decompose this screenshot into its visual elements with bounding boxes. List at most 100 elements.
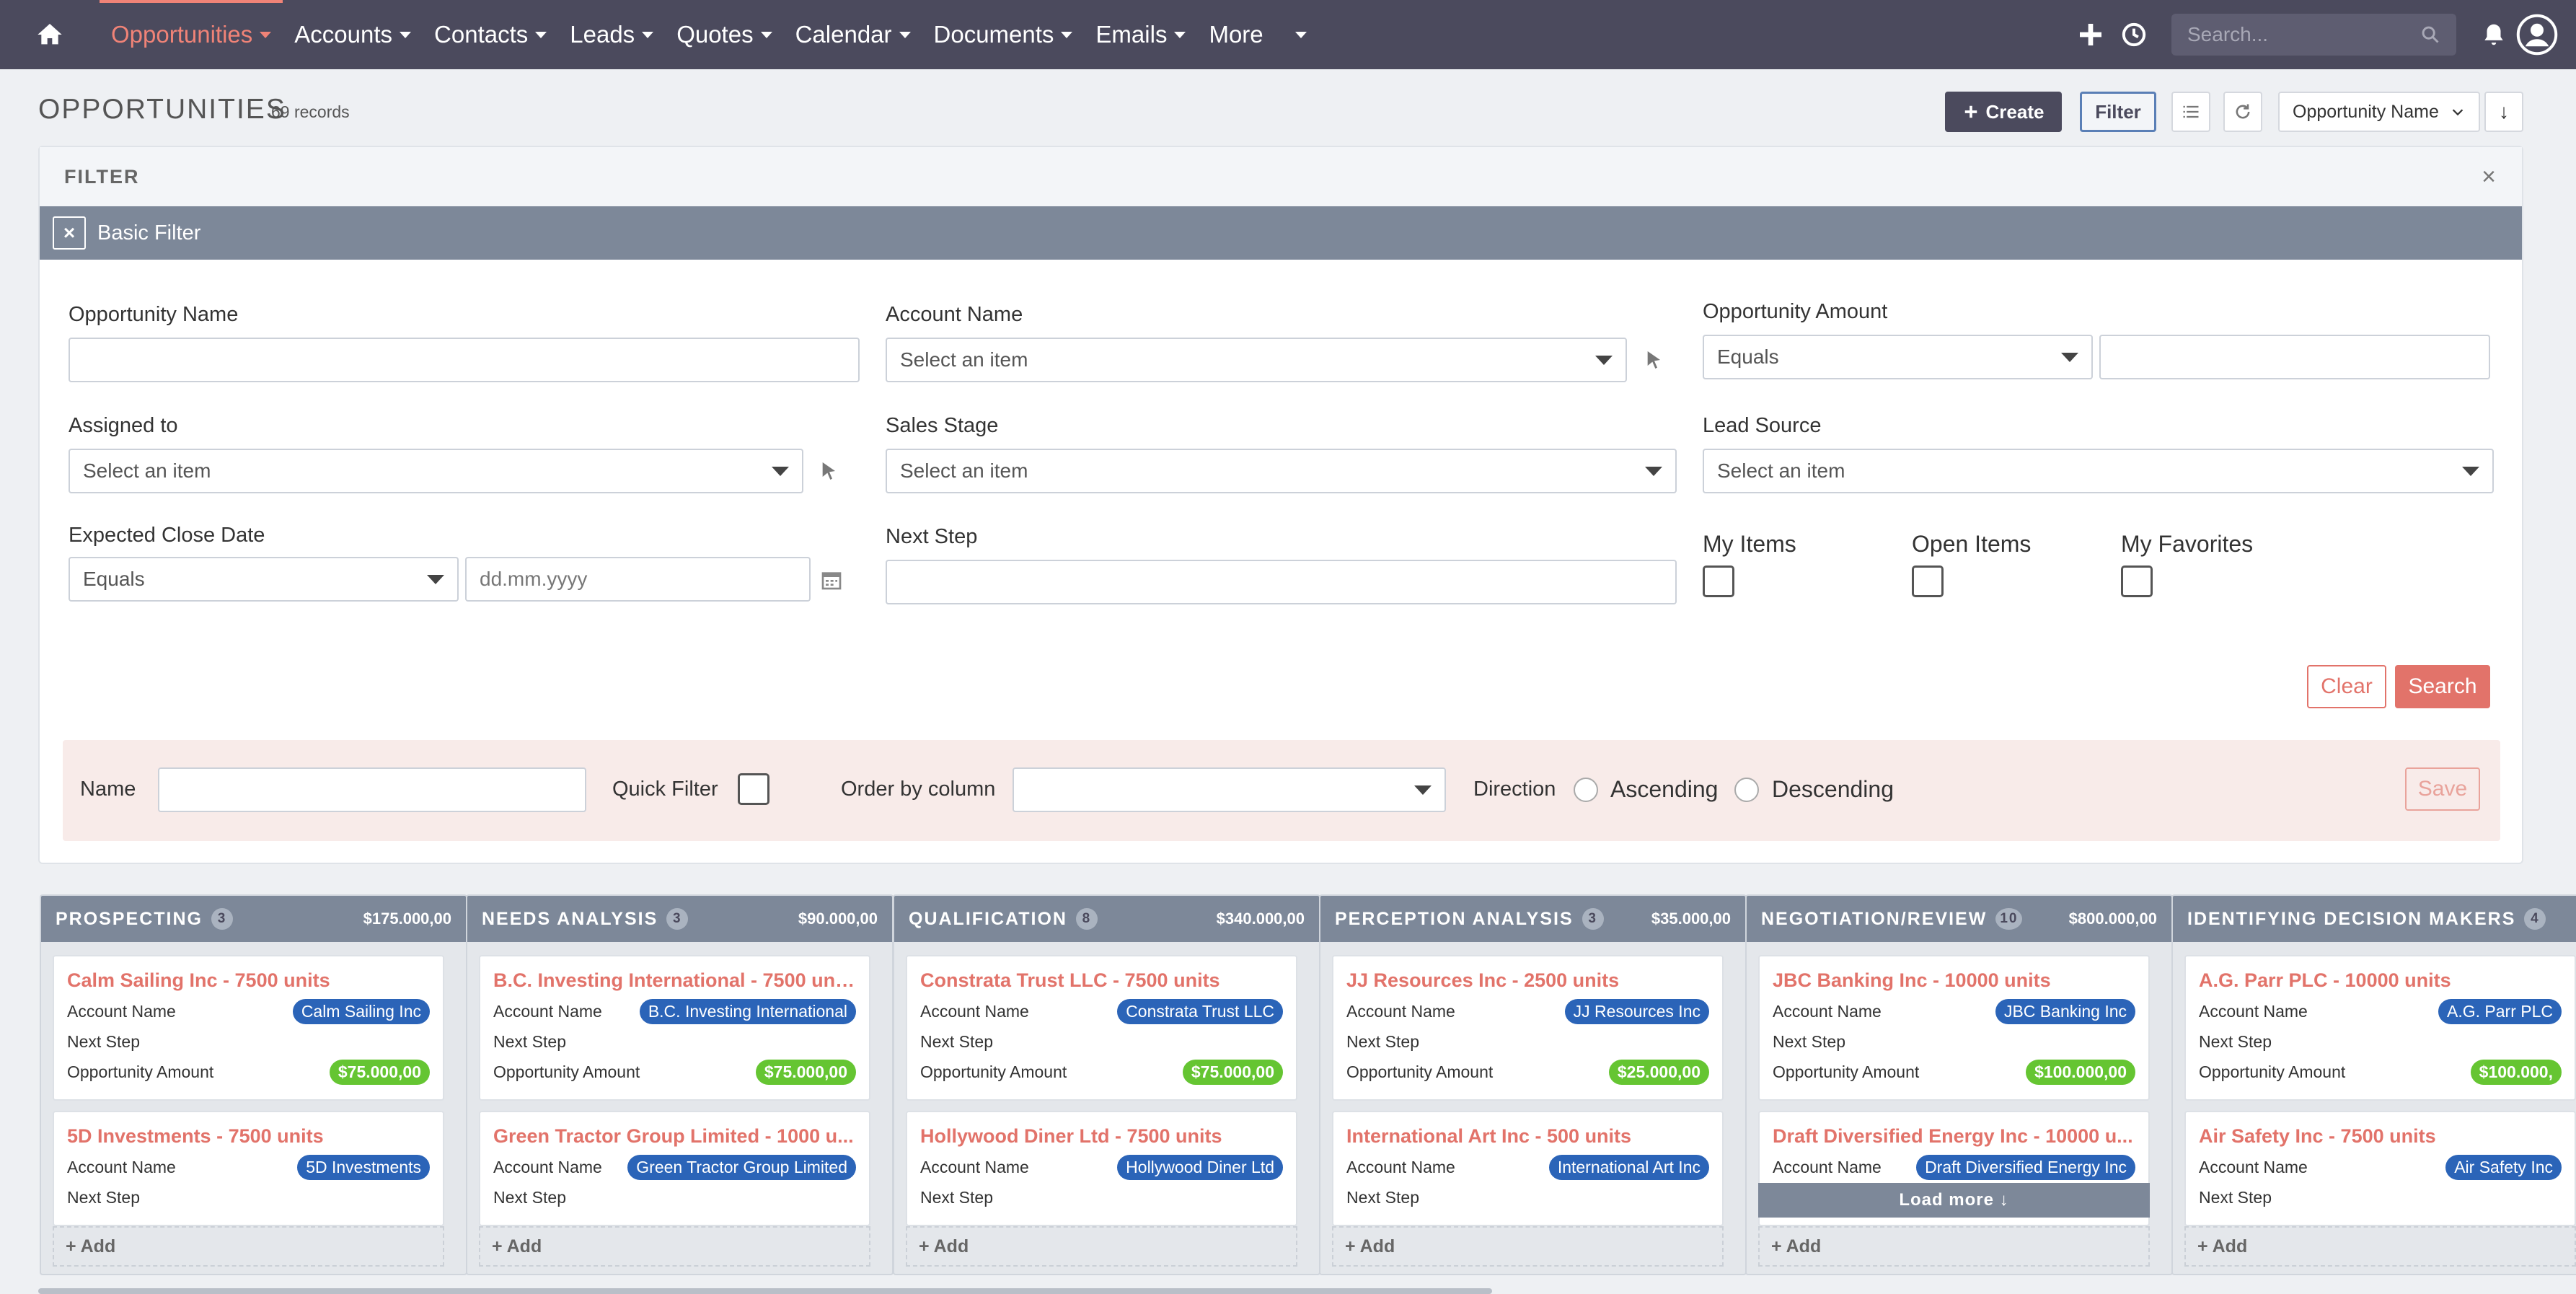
list-view-button[interactable] <box>2171 92 2210 132</box>
refresh-button[interactable] <box>2223 92 2262 132</box>
card-title[interactable]: Air Safety Inc - 7500 units <box>2186 1112 2575 1152</box>
filter-button[interactable]: Filter <box>2080 92 2156 132</box>
add-card-button[interactable]: + Add <box>1758 1226 2150 1267</box>
add-card-button[interactable]: + Add <box>906 1226 1297 1267</box>
opportunity-amount-input[interactable] <box>2099 335 2490 379</box>
load-more-button[interactable]: Load more ↓ <box>1758 1183 2150 1218</box>
ascending-radio[interactable] <box>1574 778 1598 802</box>
nav-item-more[interactable]: More <box>1197 0 1318 69</box>
global-search-input[interactable]: Search... <box>2171 14 2456 56</box>
card-title[interactable]: International Art Inc - 500 units <box>1333 1112 1722 1152</box>
account-pill[interactable]: Constrata Trust LLC <box>1117 998 1283 1024</box>
card-title[interactable]: B.C. Investing International - 7500 unit… <box>480 956 869 996</box>
opportunity-card[interactable]: JJ Resources Inc - 2500 units Account Nam… <box>1332 955 1724 1101</box>
account-pill[interactable]: JJ Resources Inc <box>1564 998 1709 1024</box>
add-card-button[interactable]: + Add <box>2184 1226 2576 1267</box>
sales-stage-select[interactable]: Select an item <box>886 449 1677 493</box>
quick-filter-checkbox[interactable] <box>738 773 769 805</box>
opportunity-name-input[interactable] <box>69 338 860 382</box>
account-pill[interactable]: Air Safety Inc <box>2445 1154 2562 1180</box>
account-pill[interactable]: Calm Sailing Inc <box>292 998 430 1024</box>
account-pill[interactable]: Green Tractor Group Limited <box>627 1154 856 1180</box>
account-name-select[interactable]: Select an item <box>886 338 1627 382</box>
opportunity-card[interactable]: Hollywood Diner Ltd - 7500 units Account … <box>906 1111 1297 1226</box>
assigned-to-select[interactable]: Select an item <box>69 449 803 493</box>
add-card-button[interactable]: + Add <box>1332 1226 1724 1267</box>
account-pill[interactable]: Draft Diversified Energy Inc <box>1916 1154 2135 1180</box>
close-date-input[interactable]: dd.mm.yyyy <box>465 557 811 602</box>
card-title[interactable]: Calm Sailing Inc - 7500 units <box>54 956 443 996</box>
nav-item-leads[interactable]: Leads <box>558 0 665 69</box>
account-pill[interactable]: B.C. Investing International <box>639 998 856 1024</box>
nav-label: Contacts <box>434 21 529 48</box>
opportunity-card[interactable]: Calm Sailing Inc - 7500 units Account Nam… <box>53 955 444 1101</box>
plus-icon[interactable] <box>2069 13 2112 56</box>
next-step-input[interactable] <box>886 560 1677 604</box>
card-row-next-step: Next Step <box>54 1026 443 1057</box>
card-title[interactable]: Constrata Trust LLC - 7500 units <box>907 956 1296 996</box>
account-pill[interactable]: International Art Inc <box>1548 1154 1709 1180</box>
nav-item-opportunities[interactable]: Opportunities <box>100 0 283 69</box>
filter-name-input[interactable] <box>158 767 586 812</box>
nav-item-documents[interactable]: Documents <box>922 0 1085 69</box>
home-icon[interactable] <box>0 0 100 69</box>
sort-field-select[interactable]: Opportunity Name <box>2278 92 2480 132</box>
search-placeholder: Search... <box>2187 23 2269 45</box>
save-filter-button[interactable]: Save <box>2405 767 2480 811</box>
account-pill[interactable]: Hollywood Diner Ltd <box>1117 1154 1283 1180</box>
filter-panel: FILTER × × Basic Filter Opportunity Name… <box>38 146 2523 864</box>
column-header: PERCEPTION ANALYSIS 3 $35.000,00 <box>1320 896 1745 942</box>
bell-icon[interactable] <box>2472 13 2515 56</box>
card-row-account: Account Name A.G. Parr PLC <box>2186 996 2575 1026</box>
account-pill[interactable]: A.G. Parr PLC <box>2438 998 2562 1024</box>
sort-direction-button[interactable]: ↓ <box>2484 92 2523 132</box>
opportunity-card[interactable]: Air Safety Inc - 7500 units Account Name A… <box>2184 1111 2576 1226</box>
select-placeholder: Select an item <box>900 348 1028 371</box>
account-pill[interactable]: 5D Investments <box>297 1154 430 1180</box>
opportunity-card[interactable]: B.C. Investing International - 7500 unit… <box>479 955 870 1101</box>
account-pill[interactable]: JBC Banking Inc <box>1995 998 2135 1024</box>
card-title[interactable]: JBC Banking Inc - 10000 units <box>1760 956 2148 996</box>
card-title[interactable]: JJ Resources Inc - 2500 units <box>1333 956 1722 996</box>
close-icon[interactable]: × <box>53 216 86 250</box>
nav-item-emails[interactable]: Emails <box>1084 0 1197 69</box>
card-title[interactable]: Draft Diversified Energy Inc - 10000 u..… <box>1760 1112 2148 1152</box>
cursor-select-icon[interactable] <box>1643 348 1666 372</box>
card-title[interactable]: Green Tractor Group Limited - 1000 u... <box>480 1112 869 1152</box>
cursor-select-icon[interactable] <box>818 459 841 483</box>
nav-item-accounts[interactable]: Accounts <box>283 0 423 69</box>
close-date-operator-select[interactable]: Equals <box>69 557 459 602</box>
opportunity-card[interactable]: 5D Investments - 7500 units Account Name 5… <box>53 1111 444 1226</box>
opportunity-card[interactable]: International Art Inc - 500 units Account… <box>1332 1111 1724 1226</box>
card-title[interactable]: Hollywood Diner Ltd - 7500 units <box>907 1112 1296 1152</box>
nav-item-contacts[interactable]: Contacts <box>423 0 558 69</box>
opportunity-amount-operator-select[interactable]: Equals <box>1703 335 2093 379</box>
opportunity-card[interactable]: A.G. Parr PLC - 10000 units Account Name A… <box>2184 955 2576 1101</box>
clear-button[interactable]: Clear <box>2307 665 2386 708</box>
card-title[interactable]: 5D Investments - 7500 units <box>54 1112 443 1152</box>
descending-radio[interactable] <box>1734 778 1759 802</box>
order-by-select[interactable] <box>1013 767 1446 812</box>
add-card-button[interactable]: + Add <box>479 1226 870 1267</box>
chevron-down-icon <box>1061 31 1073 38</box>
nav-item-quotes[interactable]: Quotes <box>665 0 783 69</box>
create-button[interactable]: Create <box>1945 92 2062 132</box>
calendar-icon[interactable] <box>820 568 843 591</box>
opportunity-card[interactable]: JBC Banking Inc - 10000 units Account Nam… <box>1758 955 2150 1101</box>
history-icon[interactable] <box>2112 13 2156 56</box>
add-card-button[interactable]: + Add <box>53 1226 444 1267</box>
card-title[interactable]: A.G. Parr PLC - 10000 units <box>2186 956 2575 996</box>
user-avatar-icon[interactable] <box>2515 13 2559 56</box>
horizontal-scrollbar[interactable] <box>38 1288 1492 1294</box>
opportunity-card[interactable]: Green Tractor Group Limited - 1000 u... A… <box>479 1111 870 1226</box>
lead-source-select[interactable]: Select an item <box>1703 449 2494 493</box>
my-items-checkbox[interactable] <box>1703 565 1734 597</box>
close-icon[interactable]: × <box>2482 163 2497 191</box>
nav-label: Documents <box>933 21 1054 48</box>
kanban-column: QUALIFICATION 8 $340.000,00 Constrata Trust… <box>893 894 1320 1275</box>
nav-item-calendar[interactable]: Calendar <box>784 0 922 69</box>
my-favorites-checkbox[interactable] <box>2121 565 2153 597</box>
open-items-checkbox[interactable] <box>1912 565 1944 597</box>
search-button[interactable]: Search <box>2395 665 2490 708</box>
opportunity-card[interactable]: Constrata Trust LLC - 7500 units Account … <box>906 955 1297 1101</box>
